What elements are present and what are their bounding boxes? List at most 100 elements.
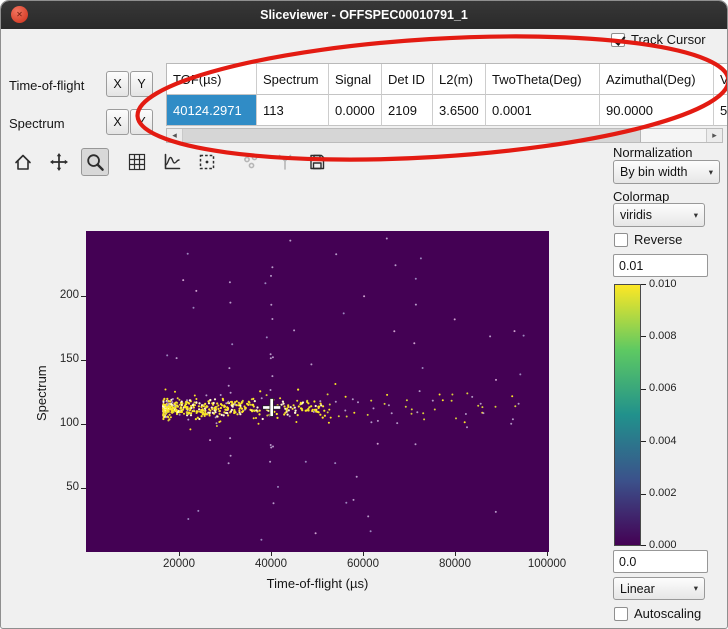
- scatter-plot: [86, 231, 549, 552]
- x-tick: [455, 552, 456, 556]
- scroll-left-arrow-icon[interactable]: ◂: [167, 129, 183, 142]
- x-tick-label: 40000: [241, 558, 301, 570]
- window-title: Sliceviewer - OFFSPEC00010791_1: [260, 8, 468, 22]
- titlebar: ✕ Sliceviewer - OFFSPEC00010791_1: [1, 1, 727, 29]
- region-selection-icon: [197, 152, 217, 172]
- close-button[interactable]: ✕: [11, 6, 28, 23]
- y-tick: [81, 488, 86, 489]
- colorbar-min-input[interactable]: 0.0: [613, 550, 708, 573]
- save-button[interactable]: [303, 148, 331, 176]
- cell-detid[interactable]: 2109: [382, 95, 433, 126]
- spectrum-y-button[interactable]: Y: [130, 109, 153, 135]
- y-tick-label: 200: [45, 289, 79, 301]
- colorbar-max-input[interactable]: 0.01: [613, 254, 708, 277]
- colorbar-tickmark: [641, 389, 646, 390]
- checkbox-icon: [611, 33, 625, 47]
- save-icon: [307, 152, 327, 172]
- colorbar-tickmark: [641, 494, 646, 495]
- line-plots-button[interactable]: [158, 148, 186, 176]
- y-axis-label: Spectrum: [34, 365, 49, 421]
- pan-button[interactable]: [45, 148, 73, 176]
- table-horizontal-scrollbar[interactable]: ◂ ▸: [166, 128, 723, 143]
- colorbar-gradient: [614, 284, 641, 546]
- scroll-right-arrow-icon[interactable]: ▸: [706, 129, 722, 142]
- line-plots-icon: [162, 152, 182, 172]
- spectrum-x-button[interactable]: X: [106, 109, 129, 135]
- chevron-down-icon: ▾: [701, 167, 713, 178]
- peaks-overlay-icon: [241, 152, 261, 172]
- x-tick: [363, 552, 364, 556]
- zoom-button[interactable]: [81, 148, 109, 176]
- colormap-label: Colormap: [613, 189, 669, 204]
- sliceviewer-window: ✕ Sliceviewer - OFFSPEC00010791_1 Track …: [0, 0, 728, 629]
- x-tick: [271, 552, 272, 556]
- autoscaling-label: Autoscaling: [634, 606, 701, 621]
- dim-label-spectrum: Spectrum: [9, 116, 65, 131]
- autoscaling-checkbox[interactable]: Autoscaling: [614, 606, 701, 621]
- track-cursor-label: Track Cursor: [631, 32, 706, 47]
- cursor-info-table: TOF(µs) Spectrum Signal Det ID L2(m) Two…: [166, 63, 728, 126]
- x-tick-label: 60000: [333, 558, 393, 570]
- scale-select[interactable]: Linear ▾: [613, 577, 705, 600]
- x-tick: [547, 552, 548, 556]
- col-header-tof: TOF(µs): [167, 64, 257, 95]
- pan-icon: [49, 152, 69, 172]
- colorbar-tickmark: [641, 441, 646, 442]
- y-tick-label: 150: [45, 353, 79, 365]
- cell-azimuthal[interactable]: 90.0000: [600, 95, 714, 126]
- tof-x-button[interactable]: X: [106, 71, 129, 97]
- scatter-points: [162, 238, 524, 541]
- cell-spectrum[interactable]: 113: [257, 95, 329, 126]
- home-button[interactable]: [9, 148, 37, 176]
- chevron-down-icon: ▾: [686, 210, 698, 221]
- cell-clipped[interactable]: 5: [714, 95, 728, 126]
- scrollbar-thumb[interactable]: [183, 129, 641, 142]
- col-header-twotheta: TwoTheta(Deg): [486, 64, 600, 95]
- y-tick-label: 50: [45, 481, 79, 493]
- cell-tof[interactable]: 40124.2971: [167, 95, 257, 126]
- col-header-signal: Signal: [329, 64, 382, 95]
- col-header-l2: L2(m): [433, 64, 486, 95]
- cell-signal[interactable]: 0.0000: [329, 95, 382, 126]
- slice-plot-canvas[interactable]: [86, 231, 549, 552]
- colorbar-tick-label: 0.008: [649, 330, 677, 342]
- y-tick: [81, 296, 86, 297]
- x-tick: [179, 552, 180, 556]
- zoom-icon: [85, 152, 105, 172]
- y-tick: [81, 360, 86, 361]
- track-cursor-checkbox[interactable]: Track Cursor: [611, 32, 706, 47]
- grid-button[interactable]: [123, 148, 151, 176]
- grid-icon: [127, 152, 147, 172]
- col-header-azimuthal: Azimuthal(Deg): [600, 64, 714, 95]
- col-header-clipped: V: [714, 64, 728, 95]
- colormap-select[interactable]: viridis ▾: [613, 203, 705, 227]
- colorbar-tick-label: 0.006: [649, 382, 677, 394]
- reverse-label: Reverse: [634, 232, 682, 247]
- normalization-select[interactable]: By bin width ▾: [613, 160, 720, 184]
- region-selection-button[interactable]: [193, 148, 221, 176]
- table-value-row: 40124.2971 113 0.0000 2109 3.6500 0.0001…: [167, 95, 728, 126]
- checkbox-icon: [614, 607, 628, 621]
- colorbar-tick-label: 0.004: [649, 435, 677, 447]
- cell-l2[interactable]: 3.6500: [433, 95, 486, 126]
- x-axis-label: Time-of-flight (µs): [86, 576, 549, 591]
- cursor-crosshair-icon: [263, 398, 281, 416]
- cell-twotheta[interactable]: 0.0001: [486, 95, 600, 126]
- colorbar-tickmark: [641, 284, 646, 285]
- dim-label-time-of-flight: Time-of-flight: [9, 78, 84, 93]
- x-tick-label: 100000: [517, 558, 577, 570]
- normalization-label: Normalization: [613, 145, 692, 160]
- chevron-down-icon: ▾: [686, 583, 698, 594]
- home-icon: [13, 152, 33, 172]
- colorbar-tick-label: 0.002: [649, 487, 677, 499]
- x-tick-label: 80000: [425, 558, 485, 570]
- non-orthogonal-view-icon: [275, 152, 295, 172]
- colorbar-tick-label: 0.010: [649, 278, 677, 290]
- tof-y-button[interactable]: Y: [130, 71, 153, 97]
- y-tick: [81, 424, 86, 425]
- reverse-checkbox[interactable]: Reverse: [614, 232, 682, 247]
- non-orthogonal-view-button: [271, 148, 299, 176]
- peaks-overlay-button: [237, 148, 265, 176]
- y-tick-label: 100: [45, 417, 79, 429]
- checkbox-icon: [614, 233, 628, 247]
